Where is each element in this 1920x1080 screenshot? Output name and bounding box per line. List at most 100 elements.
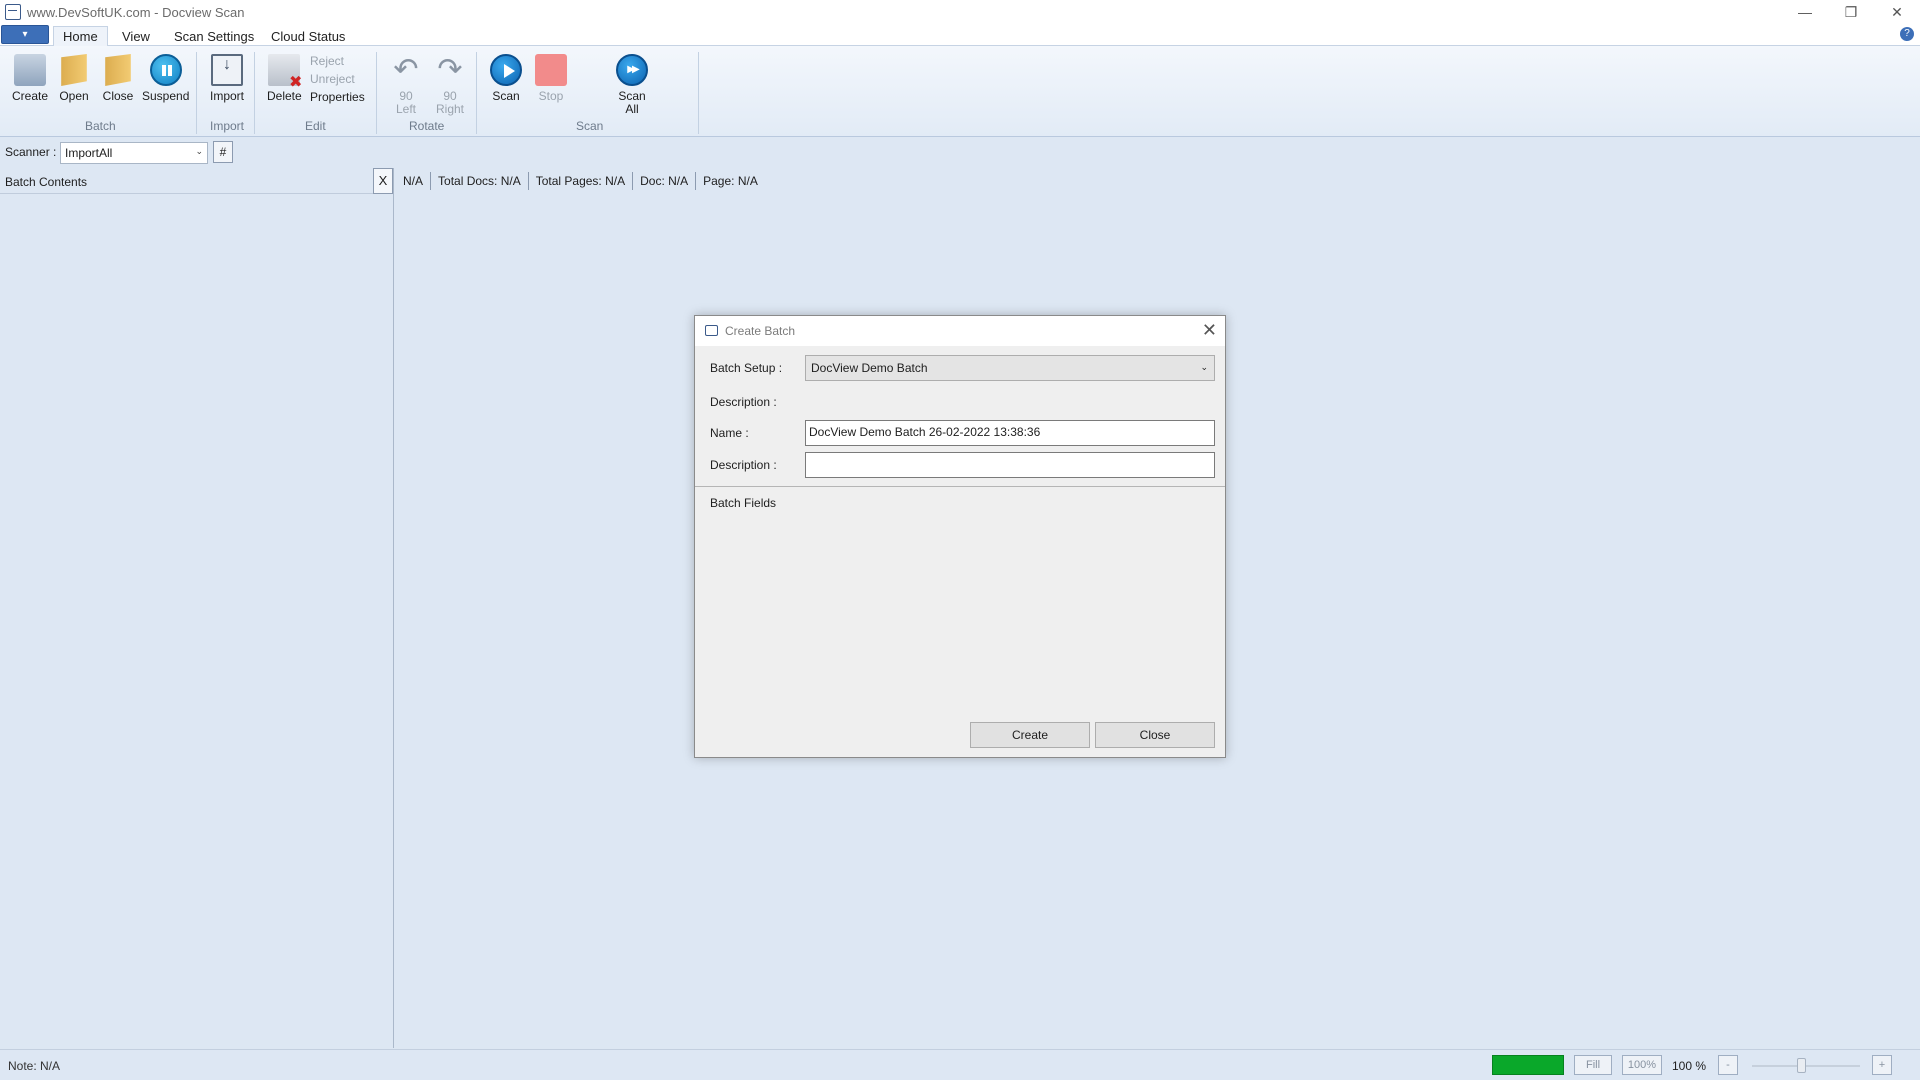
group-label-scan: Scan [576,119,604,133]
name-input[interactable]: DocView Demo Batch 26-02-2022 13:38:36 [805,420,1215,446]
folder-open-icon [61,54,87,86]
help-icon[interactable]: ? [1900,27,1914,41]
status-indicator [1492,1055,1564,1075]
note-text: Note: N/A [8,1059,61,1073]
rotate-right-label-2: Right [435,102,464,116]
delete-label: Delete [267,89,302,103]
rotate-left-icon: ↶ [393,53,419,86]
ribbon-tabs: ▾ Home View Scan Settings Cloud Status ? [0,24,1920,47]
scanner-toolbar: Scanner : ImportAll ⌄ # [0,138,1920,166]
create-icon [14,54,47,86]
scanner-label: Scanner : [5,145,57,159]
rotate-right-icon: ↷ [437,53,463,86]
delete-icon [268,54,302,89]
zoom-100-button[interactable]: 100% [1622,1055,1662,1075]
fast-forward-icon [616,54,648,86]
batch-setup-value: DocView Demo Batch [811,361,928,375]
description-label: Description : [710,458,777,472]
info-total-docs: Total Docs: N/A [431,172,529,190]
dialog-close-button[interactable]: Close [1095,722,1215,748]
import-icon [211,54,243,86]
zoom-level: 100 % [1672,1059,1707,1073]
import-label: Import [210,89,245,103]
tab-cloud-status[interactable]: Cloud Status [262,27,354,46]
open-batch-button[interactable]: Open [58,54,90,103]
name-label: Name : [710,426,749,440]
group-label-rotate: Rotate [409,119,445,133]
create-button[interactable]: Create [970,722,1090,748]
create-batch-dialog: Create Batch ✕ Batch Setup : DocView Dem… [694,315,1226,758]
delete-button[interactable]: Delete [267,54,302,103]
ribbon-separator [476,52,477,134]
scanner-select[interactable]: ImportAll ⌄ [60,142,208,164]
info-total-pages: Total Pages: N/A [529,172,634,190]
tab-view[interactable]: View [113,27,159,46]
app-logo-icon [5,4,21,20]
window-title: www.DevSoftUK.com - Docview Scan [27,4,245,20]
rotate-right-button[interactable]: ↷ 90 Right [434,54,466,116]
stop-icon [535,54,567,86]
batch-setup-select[interactable]: DocView Demo Batch ⌄ [805,355,1215,381]
document-info-bar: N/A Total Docs: N/A Total Pages: N/A Doc… [396,168,765,194]
scan-button[interactable]: Scan [490,54,522,103]
properties-button[interactable]: Properties [310,90,365,104]
batch-contents-panel: Batch Contents X [0,168,394,1048]
zoom-in-button[interactable]: + [1872,1055,1892,1075]
ribbon-separator [698,52,699,134]
rotate-left-label-2: Left [395,102,416,116]
chevron-down-icon: ⌄ [1200,362,1208,372]
app-logo-icon [705,325,718,336]
rotate-left-button[interactable]: ↶ 90 Left [390,54,422,116]
tab-home[interactable]: Home [53,26,108,47]
status-bar: Note: N/A Fill 100% 100 % - + [0,1049,1920,1080]
open-label: Open [59,89,89,103]
zoom-out-button[interactable]: - [1718,1055,1738,1075]
description-input[interactable] [805,452,1215,478]
batch-setup-label: Batch Setup : [710,361,783,375]
title-bar: www.DevSoftUK.com - Docview Scan — ❐ ✕ [0,0,1920,24]
close-panel-button[interactable]: X [373,168,393,194]
close-batch-button[interactable]: Close [102,54,134,103]
fill-button[interactable]: Fill [1574,1055,1612,1075]
stop-label: Stop [538,89,564,103]
close-label: Close [102,89,134,103]
minimize-button[interactable]: — [1782,0,1828,24]
scan-all-button[interactable]: Scan All [616,54,648,116]
create-label: Create [12,89,49,103]
restore-button[interactable]: ❐ [1828,0,1874,24]
create-batch-button[interactable]: Create [12,54,48,103]
close-window-button[interactable]: ✕ [1874,0,1920,24]
batch-contents-header: Batch Contents X [0,168,393,194]
suspend-button[interactable]: Suspend [142,54,189,103]
play-icon [490,54,522,86]
group-label-edit: Edit [305,119,326,133]
unreject-button[interactable]: Unreject [310,72,355,86]
batch-fields-label: Batch Fields [710,496,777,510]
dialog-title-bar: Create Batch ✕ [695,316,1225,346]
tab-scan-settings[interactable]: Scan Settings [165,27,263,46]
info-page: Page: N/A [703,174,758,188]
info-doc: Doc: N/A [633,172,697,190]
setup-description-label: Description : [710,395,777,409]
ribbon-separator [376,52,377,134]
ribbon-separator [196,52,197,134]
dialog-divider [695,486,1225,487]
batch-contents-title: Batch Contents [5,175,88,189]
folder-close-icon [105,54,131,86]
ribbon: Create Open Close Suspend Batch Import I… [0,46,1920,137]
info-status: N/A [396,172,432,190]
reject-button[interactable]: Reject [310,54,344,68]
zoom-slider-track[interactable] [1752,1065,1860,1067]
scan-all-label-2: All [625,102,639,116]
scanner-settings-button[interactable]: # [213,141,233,163]
import-button[interactable]: Import [210,54,244,103]
dialog-title: Create Batch [725,324,796,338]
stop-button[interactable]: Stop [535,54,567,103]
dialog-close-icon[interactable]: ✕ [1202,320,1217,341]
app-menu-button[interactable]: ▾ [1,25,49,44]
group-label-import: Import [210,119,245,133]
zoom-slider-thumb[interactable] [1797,1058,1806,1073]
scan-label: Scan [492,89,520,103]
suspend-label: Suspend [142,89,190,103]
pause-icon [149,54,182,86]
